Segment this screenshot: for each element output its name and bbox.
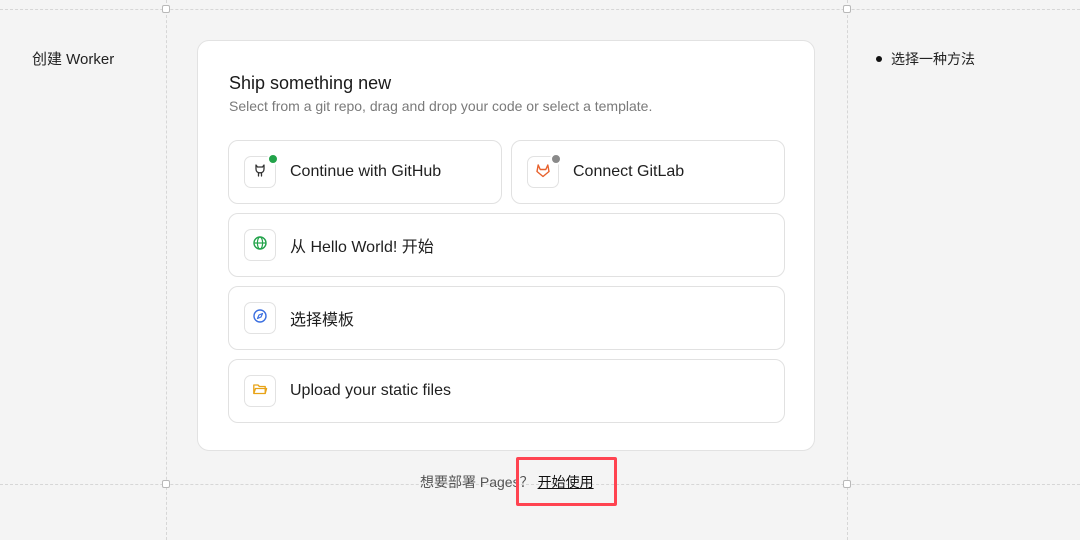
gitlab-icon — [535, 162, 551, 183]
compass-icon — [252, 308, 268, 329]
continue-with-github-button[interactable]: Continue with GitHub — [228, 140, 502, 204]
resize-handle[interactable] — [162, 480, 170, 488]
upload-label: Upload your static files — [290, 382, 451, 399]
github-icon-box — [244, 153, 279, 188]
canvas-guide — [166, 0, 167, 540]
globe-icon-box — [244, 229, 276, 261]
card-subtitle: Select from a git repo, drag and drop yo… — [229, 98, 653, 114]
gitlab-label: Connect GitLab — [573, 163, 685, 180]
card-title: Ship something new — [229, 73, 392, 93]
globe-icon — [252, 235, 268, 256]
step-bullet-icon — [876, 56, 882, 62]
page-title: 创建 Worker — [32, 51, 115, 68]
folder-icon — [252, 381, 268, 402]
step-item: 选择一种方法 — [876, 49, 975, 69]
resize-handle[interactable] — [162, 5, 170, 13]
select-template-button[interactable]: 选择模板 — [228, 286, 785, 350]
folder-icon-box — [244, 375, 276, 407]
hello-world-label: 从 Hello World! 开始 — [290, 239, 434, 256]
canvas-guide — [847, 0, 848, 540]
upload-static-files-button[interactable]: Upload your static files — [228, 359, 785, 423]
compass-icon-box — [244, 302, 276, 334]
annotation-highlight-box — [516, 457, 617, 506]
resize-handle[interactable] — [843, 480, 851, 488]
step-label: 选择一种方法 — [891, 51, 975, 67]
template-label: 选择模板 — [290, 312, 355, 329]
github-icon — [252, 162, 268, 183]
github-label: Continue with GitHub — [290, 163, 442, 180]
resize-handle[interactable] — [843, 5, 851, 13]
gitlab-status-dot — [550, 153, 562, 165]
hello-world-button[interactable]: 从 Hello World! 开始 — [228, 213, 785, 277]
connect-gitlab-button[interactable]: Connect GitLab — [511, 140, 785, 204]
create-card: Ship something new Select from a git rep… — [197, 40, 815, 451]
github-status-dot — [267, 153, 279, 165]
gitlab-icon-box — [527, 153, 562, 188]
